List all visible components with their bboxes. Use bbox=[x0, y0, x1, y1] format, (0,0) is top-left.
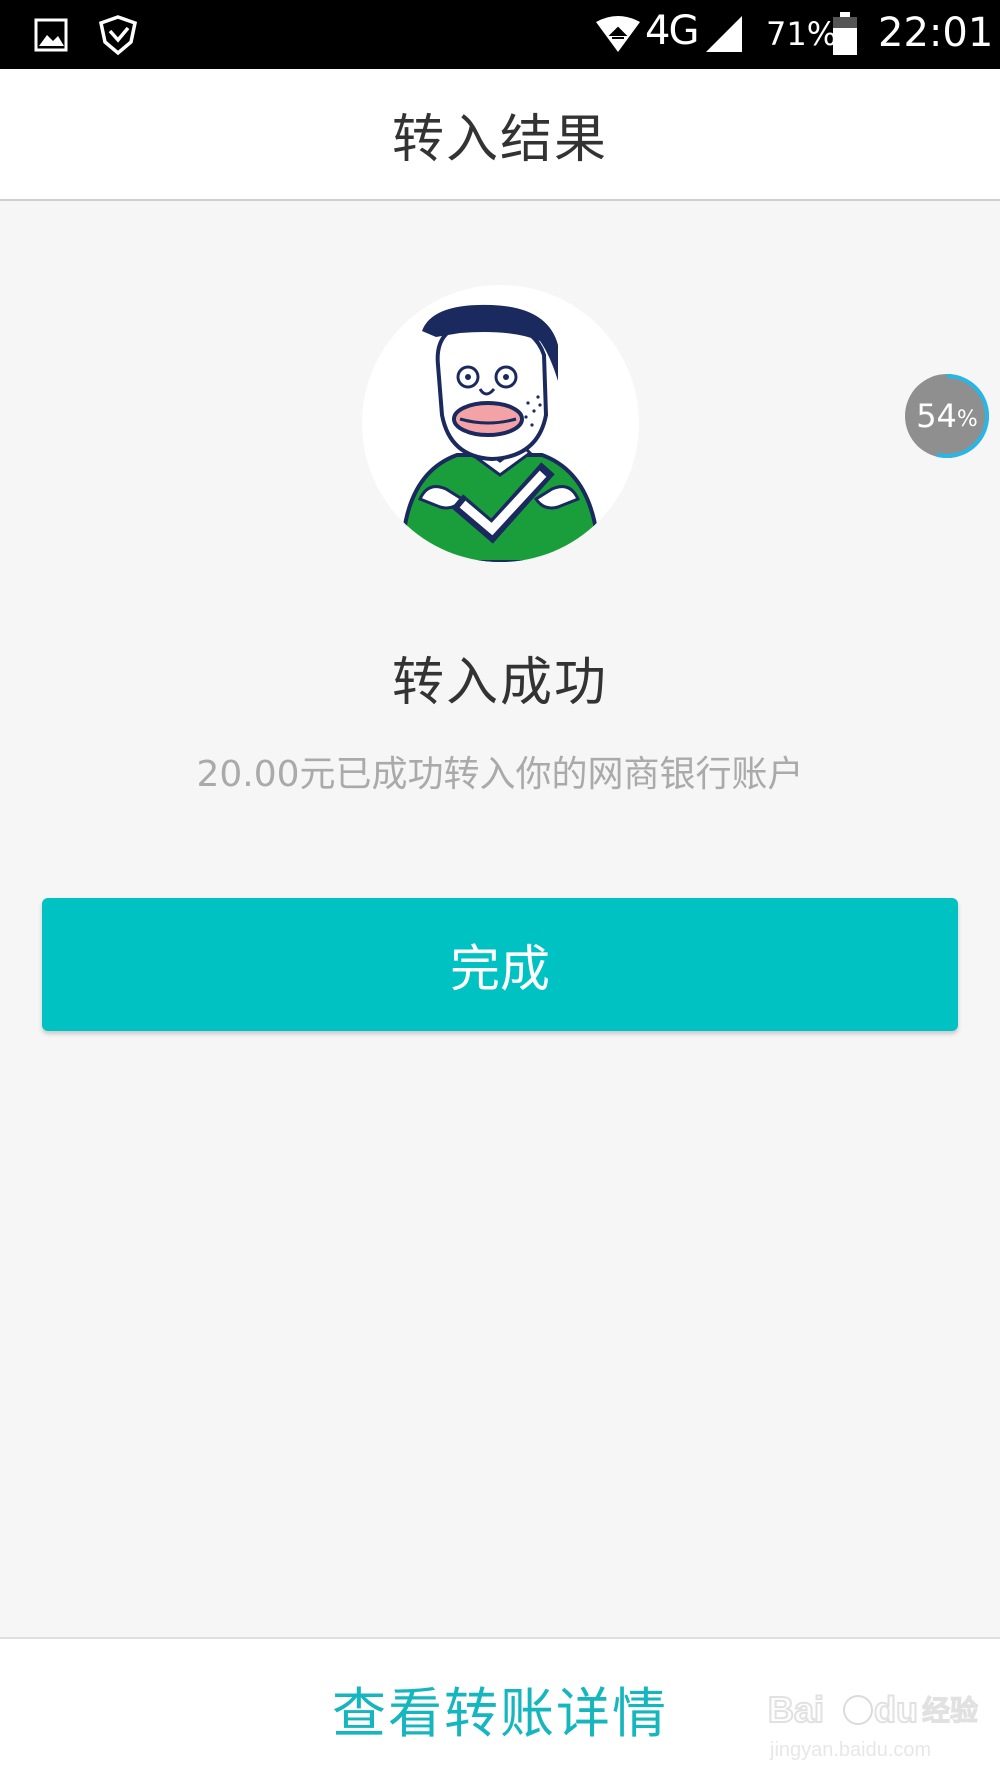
network-type-label: 4G bbox=[645, 8, 699, 54]
floating-progress-widget[interactable]: 54% bbox=[903, 372, 991, 460]
nav-header: 转入结果 bbox=[0, 69, 1000, 201]
success-mascot-illustration bbox=[362, 285, 639, 562]
svg-text:du: du bbox=[874, 1689, 918, 1730]
wifi-icon bbox=[596, 16, 640, 52]
svg-text:jingyan.baidu.com: jingyan.baidu.com bbox=[769, 1739, 931, 1761]
baidu-jingyan-watermark-logo: Bai du 经验 jingyan.baidu.com bbox=[767, 1688, 979, 1761]
view-transfer-details-link[interactable]: 查看转账详情 bbox=[332, 1669, 668, 1748]
signal-icon bbox=[706, 16, 742, 52]
result-title: 转入成功 bbox=[391, 653, 608, 713]
progress-value: 54 bbox=[916, 397, 957, 435]
page-title: 转入结果 bbox=[391, 109, 608, 170]
status-bar: 4G 71% 22:01 bbox=[0, 0, 1000, 69]
battery-icon bbox=[833, 12, 857, 55]
svg-text:经验: 经验 bbox=[922, 1694, 978, 1727]
done-button[interactable]: 完成 bbox=[42, 898, 958, 1031]
progress-unit: % bbox=[956, 406, 978, 432]
battery-percent: 71% bbox=[766, 15, 838, 53]
shield-icon bbox=[98, 15, 138, 56]
gallery-icon bbox=[34, 18, 68, 52]
svg-text:Bai: Bai bbox=[768, 1689, 824, 1730]
progress-readout: 54% bbox=[903, 372, 991, 460]
result-description: 20.00元已成功转入你的网商银行账户 bbox=[196, 754, 804, 795]
clock: 22:01 bbox=[878, 10, 994, 56]
